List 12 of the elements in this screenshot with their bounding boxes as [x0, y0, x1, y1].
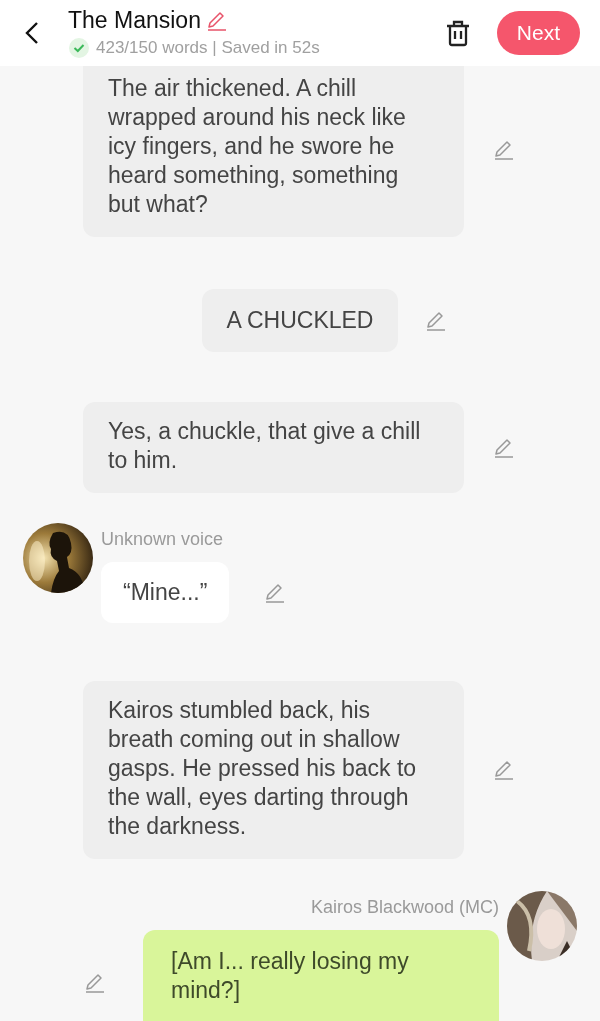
narration-bubble: Yes, a chuckle, that give a chill to him. — [83, 402, 464, 493]
next-button[interactable]: Next — [496, 11, 580, 55]
story-title: The Mansion — [68, 7, 201, 34]
dialogue-bubble: “Mine...” — [101, 562, 230, 623]
dialogue-bubble: [Am I... really losing my mind?] — [143, 930, 499, 1021]
narration-bubble: A CHUCKLED — [201, 289, 399, 352]
check-icon — [68, 37, 90, 59]
edit-icon[interactable] — [492, 758, 516, 782]
narration-bubble: Kairos stumbled back, his breath coming out in shallow gasps. He pressed his back to the wall, eyes darting through the darkness. — [83, 681, 464, 859]
speaker-name: Unknown voice — [101, 529, 225, 550]
speaker-name: Kairos Blackwood (MC) — [310, 897, 499, 918]
word-count-status: 423/150 words | Saved in 52s — [96, 38, 320, 58]
